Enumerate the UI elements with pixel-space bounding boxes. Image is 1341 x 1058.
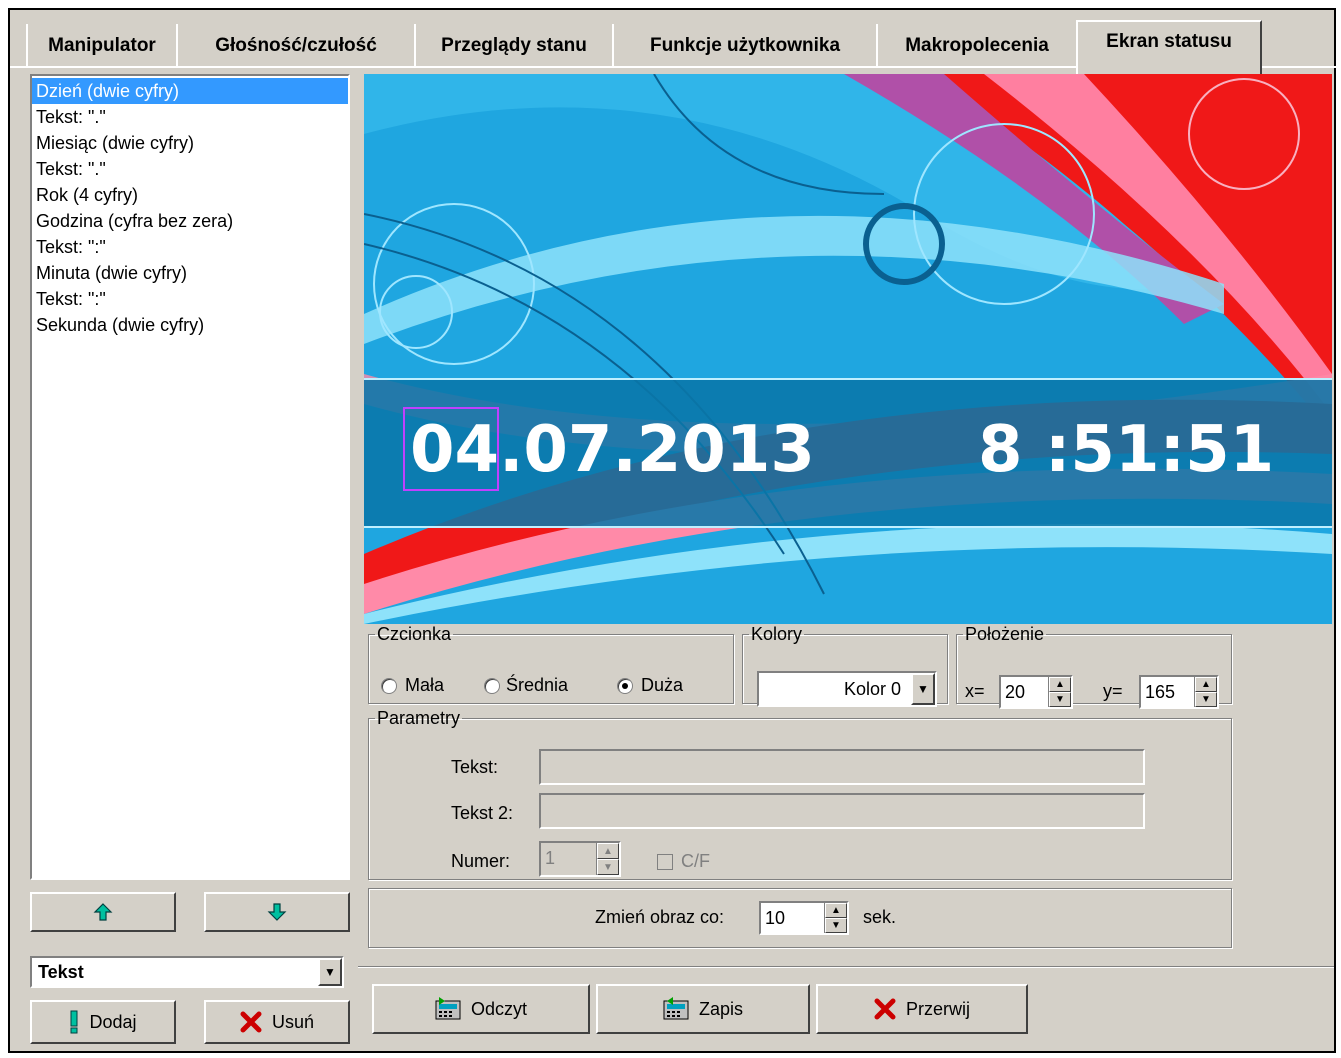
delete-x-icon: [874, 998, 896, 1020]
parameters-group: Parametry Tekst: Tekst 2: Numer: 1 ▲ ▼ C/…: [368, 708, 1232, 880]
list-item[interactable]: Sekunda (dwie cyfry): [32, 312, 348, 338]
y-position-value: 165: [1145, 682, 1176, 702]
arrow-down-icon: [267, 903, 287, 921]
font-medium-radio[interactable]: Średnia: [484, 675, 568, 696]
interval-stepper[interactable]: 10 ▲ ▼: [759, 901, 849, 935]
parameters-group-legend: Parametry: [377, 708, 461, 728]
position-group: Położenie x= 20 ▲ ▼ y= 165 ▲ ▼: [956, 624, 1232, 709]
font-medium-label: Średnia: [506, 675, 569, 695]
spin-arrows-icon[interactable]: ▲ ▼: [824, 903, 847, 933]
remove-button-label: Usuń: [271, 1011, 315, 1032]
exclamation-icon: [70, 1010, 78, 1034]
tab-status-screen[interactable]: Ekran statusu: [1076, 20, 1262, 74]
font-group: Czcionka Mała Średnia Duża: [368, 624, 734, 704]
colors-group-legend: Kolory: [751, 624, 803, 644]
interval-group: Zmień obraz co: 10 ▲ ▼ sek.: [368, 888, 1232, 948]
preview-day[interactable]: 04: [410, 413, 499, 487]
tab-bar: Manipulator Głośność/czułość Przeglądy s…: [10, 20, 1336, 74]
tab-status-reviews[interactable]: Przeglądy stanu: [414, 24, 614, 68]
spin-arrows-icon[interactable]: ▲ ▼: [1048, 677, 1071, 707]
add-button[interactable]: Dodaj: [30, 1000, 176, 1044]
x-label: x=: [965, 681, 985, 701]
move-up-button[interactable]: [30, 892, 176, 932]
stop-button[interactable]: Przerwij: [816, 984, 1028, 1034]
chevron-down-icon[interactable]: ▼: [911, 673, 935, 705]
read-button-label: Odczyt: [470, 998, 527, 1019]
tab-volume-sensitivity[interactable]: Głośność/czułość: [176, 24, 416, 68]
remove-button[interactable]: Usuń: [204, 1000, 350, 1044]
text-label: Tekst:: [451, 757, 499, 777]
move-down-button[interactable]: [204, 892, 350, 932]
list-item[interactable]: Miesiąc (dwie cyfry): [32, 130, 348, 156]
status-screen-preview[interactable]: 04.07.2013 8 :51:51: [364, 74, 1332, 624]
color-select-value: Kolor 0: [843, 678, 901, 699]
list-item[interactable]: Minuta (dwie cyfry): [32, 260, 348, 286]
interval-value: 10: [765, 908, 786, 928]
font-large-radio[interactable]: Duża: [617, 675, 683, 696]
radio-circle-icon: [484, 677, 501, 694]
cf-label: C/F: [681, 851, 710, 871]
y-position-stepper[interactable]: 165 ▲ ▼: [1139, 675, 1219, 709]
text-field[interactable]: [539, 749, 1145, 785]
add-button-label: Dodaj: [89, 1011, 137, 1032]
keypad-write-icon: [663, 997, 689, 1020]
y-label: y=: [1103, 681, 1123, 701]
position-group-legend: Położenie: [965, 624, 1045, 644]
list-item[interactable]: Dzień (dwie cyfry): [32, 78, 348, 104]
preview-time: 8 :51:51: [978, 413, 1275, 487]
element-list[interactable]: Dzień (dwie cyfry) Tekst: "." Miesiąc (d…: [30, 74, 350, 880]
bottom-separator: [358, 966, 1334, 968]
spin-arrows-icon[interactable]: ▲ ▼: [596, 843, 619, 875]
checkbox-icon: [657, 853, 673, 870]
delete-x-icon: [240, 1011, 262, 1033]
list-item[interactable]: Tekst: ":": [32, 234, 348, 260]
write-button[interactable]: Zapis: [596, 984, 810, 1034]
colors-group: Kolory Kolor 0 ▼: [742, 624, 948, 707]
cf-checkbox[interactable]: C/F: [657, 851, 710, 872]
font-large-label: Duża: [641, 675, 684, 695]
font-size-options: Mała Średnia: [381, 675, 568, 696]
number-label: Numer:: [451, 851, 511, 871]
element-type-select[interactable]: Tekst ▼: [30, 956, 344, 988]
tab-macros[interactable]: Makropolecenia: [876, 24, 1078, 68]
spin-arrows-icon[interactable]: ▲ ▼: [1194, 677, 1217, 707]
font-small-radio[interactable]: Mała: [381, 675, 444, 696]
preview-date: 04.07.2013: [410, 410, 815, 490]
font-small-label: Mała: [405, 675, 445, 695]
tab-manipulator[interactable]: Manipulator: [26, 24, 178, 68]
interval-label: Zmień obraz co:: [595, 907, 725, 927]
interval-unit: sek.: [863, 907, 897, 927]
radio-checked-icon: [617, 677, 633, 694]
list-item[interactable]: Tekst: ".": [32, 104, 348, 130]
stop-button-label: Przerwij: [905, 998, 970, 1019]
number-value: 1: [545, 848, 556, 868]
write-button-label: Zapis: [698, 998, 743, 1019]
list-item[interactable]: Rok (4 cyfry): [32, 182, 348, 208]
arrow-up-icon: [93, 903, 113, 921]
font-group-legend: Czcionka: [377, 624, 452, 644]
x-position-stepper[interactable]: 20 ▲ ▼: [999, 675, 1073, 709]
text2-field[interactable]: [539, 793, 1145, 829]
x-position-value: 20: [1005, 682, 1026, 702]
preview-background: [364, 74, 1332, 624]
list-item[interactable]: Tekst: ":": [32, 286, 348, 312]
list-item[interactable]: Tekst: ".": [32, 156, 348, 182]
element-type-value: Tekst: [38, 961, 84, 982]
tab-user-functions[interactable]: Funkcje użytkownika: [612, 24, 878, 68]
keypad-read-icon: [435, 997, 461, 1020]
list-item[interactable]: Godzina (cyfra bez zera): [32, 208, 348, 234]
number-stepper[interactable]: 1 ▲ ▼: [539, 841, 621, 877]
color-select[interactable]: Kolor 0 ▼: [757, 671, 937, 707]
radio-circle-icon: [381, 677, 397, 694]
text2-label: Tekst 2:: [451, 803, 514, 823]
chevron-down-icon[interactable]: ▼: [318, 958, 342, 986]
preview-date-rest: .07.2013: [499, 413, 815, 487]
read-button[interactable]: Odczyt: [372, 984, 590, 1034]
